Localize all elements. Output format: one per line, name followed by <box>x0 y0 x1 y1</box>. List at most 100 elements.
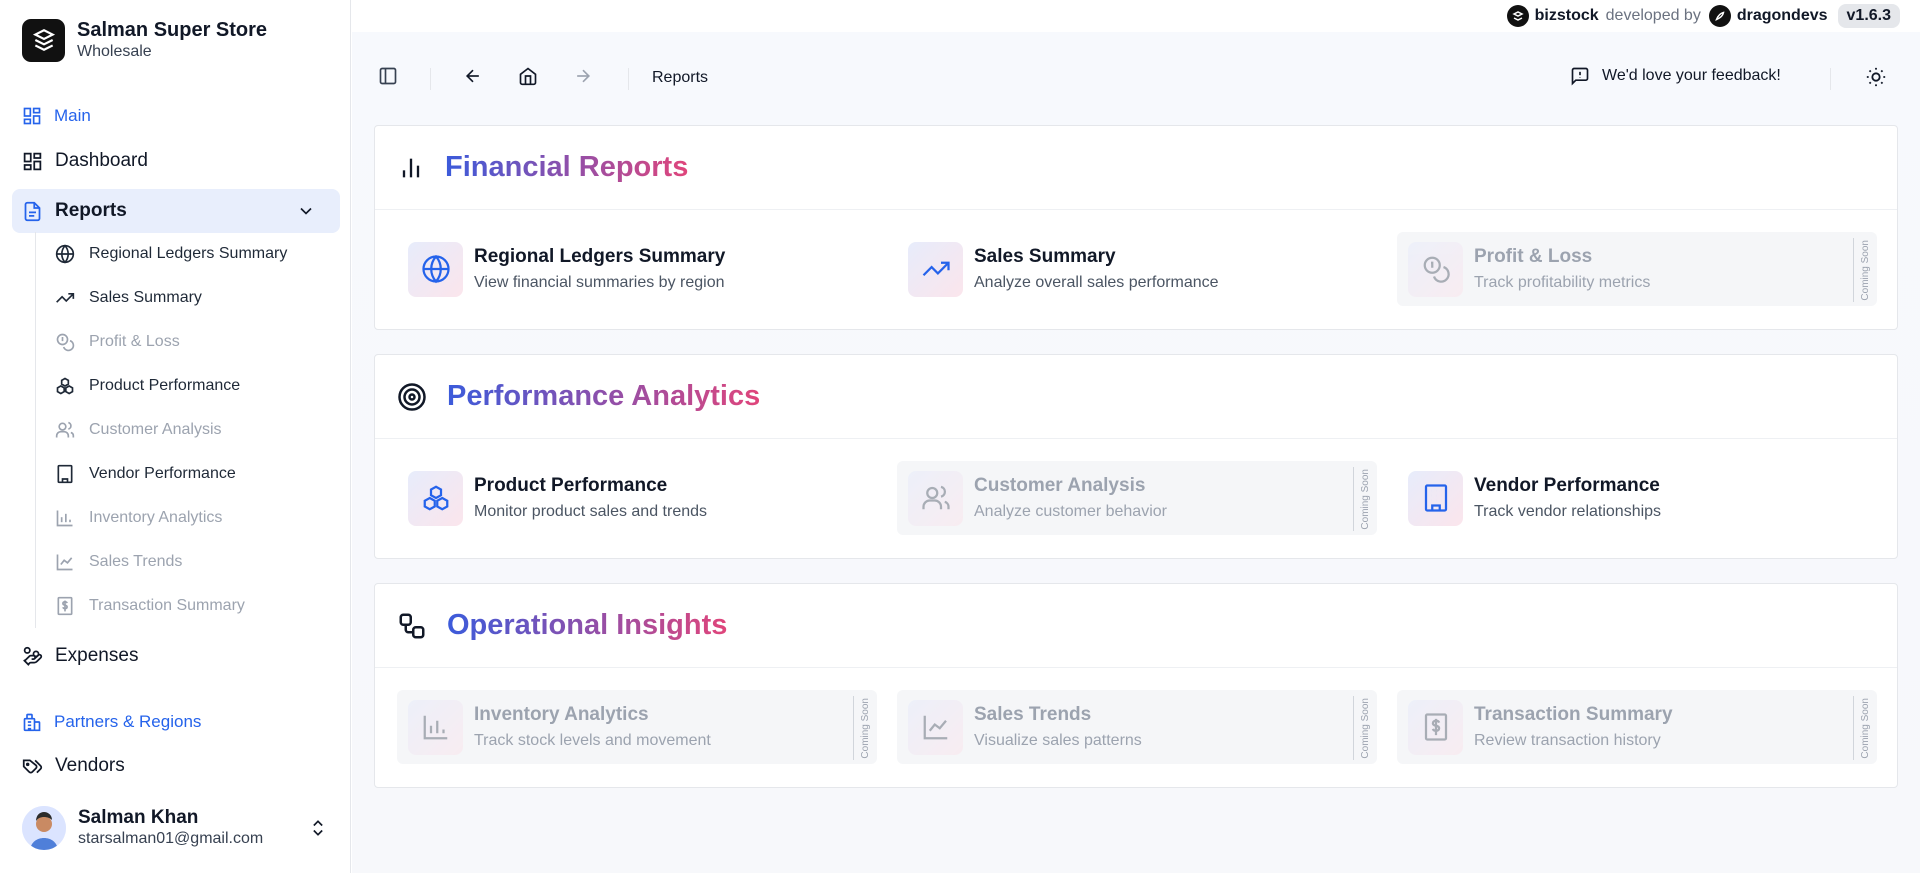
tile-description: Review transaction history <box>1474 731 1661 749</box>
tile-icon <box>1408 470 1463 526</box>
tile-icon <box>908 699 963 755</box>
breadcrumb[interactable]: Reports <box>652 69 708 87</box>
sidebar-toggle-icon[interactable] <box>378 66 398 86</box>
sidebar-item-label: Dashboard <box>55 150 148 171</box>
building-icon <box>23 713 41 732</box>
tile-icon <box>1408 241 1463 297</box>
store-switcher[interactable]: Salman Super Store Wholesale <box>22 18 267 62</box>
bizstock-logo <box>1506 5 1529 27</box>
section-performance-analytics: Performance Analytics Product Performanc… <box>374 354 1898 559</box>
line-chart-icon <box>923 715 947 740</box>
arrow-right-icon[interactable] <box>573 66 593 86</box>
feedback-button[interactable]: We'd love your feedback! <box>1570 66 1781 86</box>
version-badge: v1.6.3 <box>1837 4 1900 28</box>
tile-icon <box>408 241 463 297</box>
sidebar-subitem-profit-loss[interactable]: Profit & Loss <box>55 327 180 357</box>
product-name: bizstock <box>1534 7 1599 24</box>
home-icon[interactable] <box>518 66 538 86</box>
file-text-icon <box>24 201 41 221</box>
sidebar-item-dashboard[interactable]: Dashboard <box>12 139 340 183</box>
section-title: Operational Insights <box>447 609 728 641</box>
tile-title: Sales Trends <box>974 703 1092 725</box>
user-email: starsalman01@gmail.com <box>78 830 264 847</box>
sidebar-item-vendors[interactable]: Vendors <box>12 744 340 788</box>
report-tile-transaction-summary: Transaction Summary Review transaction hi… <box>1397 690 1877 764</box>
report-tile-regional-ledgers[interactable]: Regional Ledgers Summary View financial s… <box>397 232 877 306</box>
building-icon <box>57 464 73 484</box>
target-icon <box>398 382 426 411</box>
bar-chart-icon <box>56 510 73 527</box>
coming-soon-badge: Coming Soon <box>1853 696 1877 760</box>
tile-description: Analyze overall sales performance <box>974 273 1219 291</box>
chevron-down-icon[interactable] <box>296 201 316 221</box>
tile-description: Track vendor relationships <box>1474 502 1662 520</box>
sidebar-subitem-inventory-analytics[interactable]: Inventory Analytics <box>55 503 222 533</box>
sidebar-subitem-customer-analysis[interactable]: Customer Analysis <box>55 415 222 445</box>
tile-title: Profit & Loss <box>1474 245 1593 267</box>
toolbar-divider <box>628 68 629 90</box>
credits-bar: bizstock developed by dragondevs v1.6.3 <box>352 0 1920 32</box>
arrow-left-icon[interactable] <box>463 66 483 86</box>
dragondevs-logo <box>1708 5 1731 27</box>
layout-grid-icon <box>23 152 42 170</box>
nav-section-partners: Partners & Regions <box>22 712 201 732</box>
tile-description: Visualize sales patterns <box>974 731 1142 749</box>
layout-grid-icon <box>23 107 41 125</box>
report-tile-product-performance[interactable]: Product Performance Monitor product sales… <box>397 461 877 535</box>
boxes-icon <box>56 377 74 395</box>
building-icon <box>1424 484 1447 512</box>
main-content: Reports We'd love your feedback! Financi… <box>352 32 1920 873</box>
section-title: Financial Reports <box>445 151 689 183</box>
report-tile-profit-loss: Profit & Loss Track profitability metrics… <box>1397 232 1877 306</box>
user-menu[interactable]: Salman Khan starsalman01@gmail.com <box>22 806 263 850</box>
bar-chart-icon <box>423 715 447 740</box>
submenu-divider <box>35 232 36 628</box>
users-icon <box>921 485 950 510</box>
sun-icon[interactable] <box>1865 66 1887 88</box>
store-logo <box>22 18 65 62</box>
toolbar-divider <box>430 68 431 90</box>
toolbar-divider <box>1830 68 1831 90</box>
sidebar-subitem-transaction-summary[interactable]: Transaction Summary <box>55 591 245 621</box>
developer-name: dragondevs <box>1736 7 1828 24</box>
tile-description: View financial summaries by region <box>474 273 725 291</box>
developed-by-label: developed by <box>1605 7 1701 24</box>
avatar <box>22 806 66 850</box>
toolbar: Reports We'd love your feedback! <box>352 32 1920 124</box>
sidebar-subitem-vendor-performance[interactable]: Vendor Performance <box>55 459 236 489</box>
trending-up-icon <box>56 293 75 303</box>
workflow-icon <box>399 613 425 638</box>
tile-title: Regional Ledgers Summary <box>474 245 726 267</box>
tile-description: Track stock levels and movement <box>474 731 711 749</box>
report-tile-inventory-analytics: Inventory Analytics Track stock levels an… <box>397 690 877 764</box>
sidebar-item-expenses[interactable]: Expenses <box>12 634 340 678</box>
tile-icon <box>408 699 463 755</box>
section-header: Operational Insights <box>375 584 1897 668</box>
globe-icon <box>421 254 450 284</box>
globe-icon <box>55 244 75 264</box>
tile-title: Sales Summary <box>974 245 1116 267</box>
report-tile-sales-trends: Sales Trends Visualize sales patterns Com… <box>897 690 1377 764</box>
sidebar-subitem-sales-trends[interactable]: Sales Trends <box>55 547 182 577</box>
trending-up-icon <box>922 261 950 277</box>
sidebar-subitem-sales-summary[interactable]: Sales Summary <box>55 283 202 313</box>
sidebar-subitem-product-performance[interactable]: Product Performance <box>55 371 240 401</box>
tile-icon <box>908 470 963 526</box>
report-tile-customer-analysis: Customer Analysis Analyze customer behavi… <box>897 461 1377 535</box>
coming-soon-badge: Coming Soon <box>1853 238 1877 302</box>
report-tile-vendor-performance[interactable]: Vendor Performance Track vendor relations… <box>1397 461 1877 535</box>
line-chart-icon <box>56 554 73 571</box>
section-operational-insights: Operational Insights Inventory Analytics… <box>374 583 1898 788</box>
sidebar-subitem-regional-ledgers[interactable]: Regional Ledgers Summary <box>55 239 287 269</box>
users-icon <box>55 421 75 438</box>
section-financial-reports: Financial Reports Regional Ledgers Summa… <box>374 125 1898 330</box>
sidebar-item-label: Reports <box>55 200 127 221</box>
tile-title: Vendor Performance <box>1474 474 1660 496</box>
user-name: Salman Khan <box>78 807 199 828</box>
message-feedback-icon <box>1571 67 1589 86</box>
report-tile-sales-summary[interactable]: Sales Summary Analyze overall sales perfo… <box>897 232 1377 306</box>
sidebar-item-reports[interactable]: Reports <box>12 189 340 233</box>
chevrons-up-down-icon[interactable] <box>308 818 328 838</box>
tile-title: Transaction Summary <box>1474 703 1673 725</box>
section-title: Performance Analytics <box>447 380 761 412</box>
